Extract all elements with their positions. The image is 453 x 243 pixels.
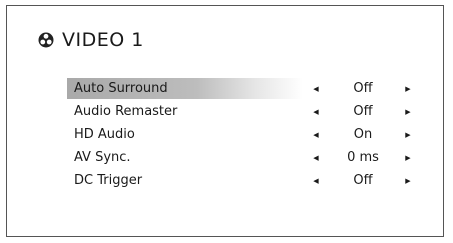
arrow-left-icon[interactable]: ◀: [311, 131, 321, 139]
settings-menu: Auto Surround ◀ Off ▶ Audio Remaster ◀ O…: [67, 77, 417, 192]
menu-item-dc-trigger[interactable]: DC Trigger ◀ Off ▶: [67, 169, 417, 192]
menu-item-label: Auto Surround: [67, 78, 303, 99]
arrow-right-icon[interactable]: ▶: [403, 177, 413, 185]
menu-item-label: HD Audio: [74, 127, 135, 142]
menu-item-label: Audio Remaster: [74, 104, 178, 119]
menu-item-value: On: [353, 127, 373, 142]
menu-item-value: Off: [353, 104, 373, 119]
arrow-right-icon[interactable]: ▶: [403, 85, 413, 93]
menu-item-value: 0 ms: [347, 150, 379, 165]
menu-item-label: AV Sync.: [74, 150, 131, 165]
arrow-left-icon[interactable]: ◀: [311, 154, 321, 162]
menu-item-label: DC Trigger: [74, 173, 143, 188]
menu-item-auto-surround[interactable]: Auto Surround ◀ Off ▶: [67, 77, 417, 100]
menu-item-value: Off: [353, 173, 373, 188]
menu-item-audio-remaster[interactable]: Audio Remaster ◀ Off ▶: [67, 100, 417, 123]
menu-item-hd-audio[interactable]: HD Audio ◀ On ▶: [67, 123, 417, 146]
menu-item-av-sync[interactable]: AV Sync. ◀ 0 ms ▶: [67, 146, 417, 169]
arrow-left-icon[interactable]: ◀: [311, 85, 321, 93]
arrow-right-icon[interactable]: ▶: [403, 108, 413, 116]
arrow-left-icon[interactable]: ◀: [311, 108, 321, 116]
menu-item-value: Off: [353, 81, 373, 96]
arrow-right-icon[interactable]: ▶: [403, 154, 413, 162]
arrow-left-icon[interactable]: ◀: [311, 177, 321, 185]
menu-header: VIDEO 1: [38, 29, 144, 51]
arrow-right-icon[interactable]: ▶: [403, 131, 413, 139]
dolby-tri-icon: [38, 32, 54, 48]
page-title: VIDEO 1: [62, 29, 144, 51]
